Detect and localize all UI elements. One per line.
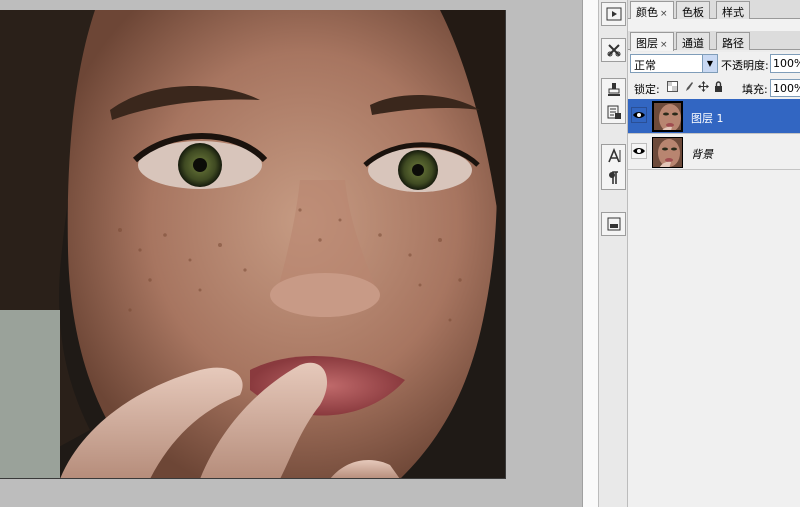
layer-row-layer1[interactable]: 图层 1 xyxy=(628,99,800,134)
fill-input[interactable]: 100% xyxy=(770,79,800,97)
layer-name: 背景 xyxy=(691,148,713,161)
tab-color[interactable]: 颜色 × xyxy=(630,1,674,20)
blend-row: 正常 ▼ 不透明度: 100% xyxy=(630,54,800,74)
close-icon[interactable]: × xyxy=(660,9,668,19)
lock-transparent-icon[interactable] xyxy=(666,80,679,93)
tools-icon[interactable] xyxy=(602,39,625,61)
tool-group-brush xyxy=(601,78,626,124)
chevron-down-icon[interactable]: ▼ xyxy=(702,55,717,72)
tab-color-label: 颜色 xyxy=(636,6,658,19)
eye-icon[interactable] xyxy=(631,143,647,159)
lock-label: 锁定: xyxy=(634,83,660,96)
color-panel-tabbar: 颜色 × 色板 样式 xyxy=(628,0,800,20)
tool-group-type xyxy=(601,144,626,190)
tab-styles-label: 样式 xyxy=(722,6,744,19)
panel-dock-icons xyxy=(598,0,628,507)
color-panel-body xyxy=(628,19,800,31)
layers-panel-body: 正常 ▼ 不透明度: 100% 锁定: 填充: 100% xyxy=(628,52,800,507)
close-icon[interactable]: × xyxy=(660,40,668,50)
eye-icon[interactable] xyxy=(631,107,647,123)
tab-channels-label: 通道 xyxy=(682,37,704,50)
tool-group-tools xyxy=(601,38,626,62)
tab-styles[interactable]: 样式 xyxy=(716,1,750,19)
panels-area: 颜色× 色板 样式 图层× 通道 路径 正常 ▼ 不透明度: 100% xyxy=(628,0,800,507)
tab-paths[interactable]: 路径 xyxy=(716,32,750,50)
lock-brush-icon[interactable] xyxy=(682,80,695,93)
tab-layers[interactable]: 图层 × xyxy=(630,32,674,51)
paragraph-icon[interactable] xyxy=(602,167,625,189)
history-icon[interactable] xyxy=(602,101,625,123)
tab-paths-label: 路径 xyxy=(722,37,744,50)
layers-panel-tabbar: 图层 × 通道 路径 xyxy=(628,31,800,51)
layer-thumbnail xyxy=(652,137,683,168)
tab-swatches-label: 色板 xyxy=(682,6,704,19)
layer-name: 图层 1 xyxy=(691,112,724,125)
document-canvas[interactable] xyxy=(0,10,506,479)
portrait-image xyxy=(0,10,505,478)
opacity-label: 不透明度: xyxy=(721,59,769,72)
lock-move-icon[interactable] xyxy=(697,80,710,93)
layer-thumbnail xyxy=(652,101,683,132)
brush-stamp-icon[interactable] xyxy=(602,79,625,101)
tab-channels[interactable]: 通道 xyxy=(676,32,710,50)
layer-row-background[interactable]: 背景 xyxy=(628,135,800,170)
tab-swatches[interactable]: 色板 xyxy=(676,1,710,19)
blend-mode-select[interactable]: 正常 ▼ xyxy=(630,54,718,73)
lock-row: 锁定: 填充: 100% xyxy=(630,79,800,97)
navigator-icon[interactable] xyxy=(602,213,625,235)
blend-mode-value: 正常 xyxy=(634,59,656,72)
workspace-divider xyxy=(582,0,598,507)
fill-label: 填充: xyxy=(742,83,768,96)
workspace xyxy=(0,0,582,507)
play-icon[interactable] xyxy=(602,3,625,25)
tool-group-navigator xyxy=(601,212,626,236)
tab-layers-label: 图层 xyxy=(636,37,658,50)
lock-all-icon[interactable] xyxy=(712,80,725,93)
character-icon[interactable] xyxy=(602,145,625,167)
opacity-input[interactable]: 100% xyxy=(770,54,800,73)
tool-group-actions xyxy=(601,2,626,26)
